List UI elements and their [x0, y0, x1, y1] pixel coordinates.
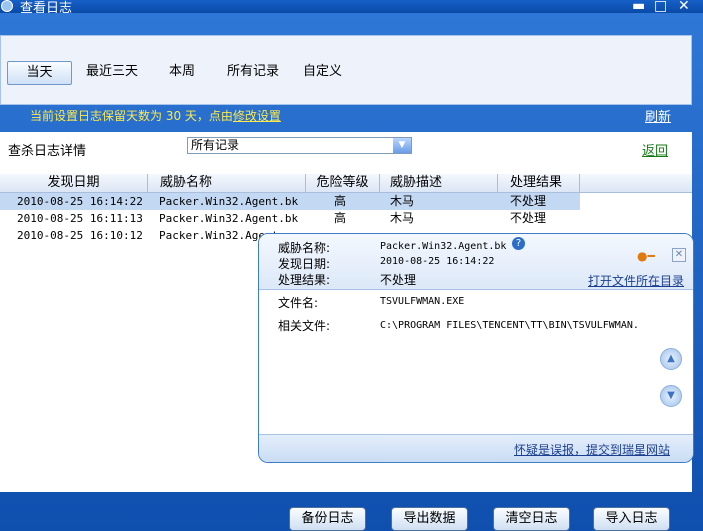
cell-description: 木马	[390, 211, 415, 225]
clear-log-button[interactable]: 清空日志	[493, 507, 570, 531]
record-filter-select[interactable]: 所有记录 ▼	[187, 137, 412, 154]
file-name-label: 文件名:	[278, 296, 319, 310]
col-risk-level[interactable]: 危险等级	[306, 174, 380, 192]
scroll-down-icon[interactable]: ▼	[660, 385, 682, 407]
handle-result-value: 不处理	[380, 273, 417, 287]
tab-last-three-days[interactable]: 最近三天	[86, 61, 138, 83]
tab-this-week[interactable]: 本周	[169, 61, 195, 83]
found-date-value: 2010-08-25 16:14:22	[380, 256, 495, 267]
tab-custom[interactable]: 自定义	[303, 61, 342, 83]
close-icon[interactable]: ✕	[672, 248, 686, 262]
backup-log-button[interactable]: 备份日志	[289, 507, 366, 531]
refresh-link[interactable]: 刷新	[645, 106, 671, 125]
app-icon	[1, 0, 13, 12]
record-filter-value: 所有记录	[191, 138, 240, 152]
time-range-tabs: 当天 最近三天 本周 所有记录 自定义	[0, 35, 692, 105]
cell-threat-name: Packer.Win32.Agent.bk	[159, 195, 299, 208]
threat-detail-popup: 威胁名称: Packer.Win32.Agent.bk ? 发现日期: 2010…	[258, 233, 694, 463]
filter-label: 查杀日志详情	[8, 144, 87, 159]
cell-result: 不处理	[510, 194, 547, 208]
scroll-up-icon[interactable]: ▲	[660, 348, 682, 370]
log-retention-bar: 当前设置日志保留天数为 30 天，点由修改设置 刷新	[0, 101, 703, 127]
popup-footer: 怀疑是误报，提交到瑞星网站	[259, 434, 693, 462]
help-icon[interactable]: ?	[512, 237, 525, 250]
col-threat-name[interactable]: 威胁名称	[148, 174, 306, 192]
cell-date: 2010-08-25 16:10:12	[17, 229, 143, 242]
table-header: 发现日期 威胁名称 危险等级 威胁描述 处理结果	[0, 174, 692, 193]
back-link[interactable]: 返回	[642, 140, 668, 159]
related-file-value: C:\PROGRAM FILES\TENCENT\TT\BIN\TSVULFWM…	[380, 320, 639, 331]
cell-threat-name: Packer.Win32.Agent.bk	[159, 212, 299, 225]
export-data-button[interactable]: 导出数据	[391, 507, 468, 531]
title-bar: 查看日志 ▬ □ ✕	[0, 0, 703, 16]
cell-result: 不处理	[510, 211, 547, 225]
col-date[interactable]: 发现日期	[0, 174, 148, 192]
table-row[interactable]: 2010-08-25 16:11:13 Packer.Win32.Agent.b…	[0, 210, 692, 227]
modify-settings-link[interactable]: 修改设置	[233, 109, 281, 123]
cell-risk-level: 高	[334, 194, 347, 208]
pin-icon[interactable]: ●━	[637, 249, 655, 263]
cell-risk-level: 高	[334, 211, 347, 225]
popup-summary: 威胁名称: Packer.Win32.Agent.bk ? 发现日期: 2010…	[259, 234, 693, 290]
col-description[interactable]: 威胁描述	[380, 174, 498, 192]
chevron-down-icon[interactable]: ▼	[393, 138, 411, 153]
cell-description: 木马	[390, 194, 415, 208]
handle-result-label: 处理结果:	[278, 273, 331, 287]
minimize-button[interactable]: ▬	[632, 0, 645, 14]
threat-name-label: 威胁名称:	[278, 241, 331, 255]
tab-today[interactable]: 当天	[7, 61, 72, 85]
close-button[interactable]: ✕	[678, 0, 690, 14]
cell-date: 2010-08-25 16:14:22	[17, 195, 143, 208]
import-log-button[interactable]: 导入日志	[593, 507, 670, 531]
report-false-positive-link[interactable]: 怀疑是误报，提交到瑞星网站	[514, 441, 670, 458]
table-row[interactable]: 2010-08-25 16:14:22 Packer.Win32.Agent.b…	[0, 193, 692, 210]
retention-text: 当前设置日志保留天数为 30 天，点由	[30, 109, 233, 123]
open-folder-link[interactable]: 打开文件所在目录	[588, 272, 684, 289]
related-file-label: 相关文件:	[278, 319, 331, 333]
maximize-button[interactable]: □	[654, 0, 667, 14]
file-name-value: TSVULFWMAN.EXE	[380, 296, 465, 307]
threat-name-value: Packer.Win32.Agent.bk	[380, 241, 507, 252]
cell-date: 2010-08-25 16:11:13	[17, 212, 143, 225]
retention-message: 当前设置日志保留天数为 30 天，点由修改设置	[30, 107, 281, 124]
window-body: 当天 最近三天 本周 所有记录 自定义 当前设置日志保留天数为 30 天，点由修…	[0, 13, 703, 531]
col-result[interactable]: 处理结果	[498, 174, 580, 192]
found-date-label: 发现日期:	[278, 257, 331, 271]
tab-all-records[interactable]: 所有记录	[227, 61, 279, 83]
